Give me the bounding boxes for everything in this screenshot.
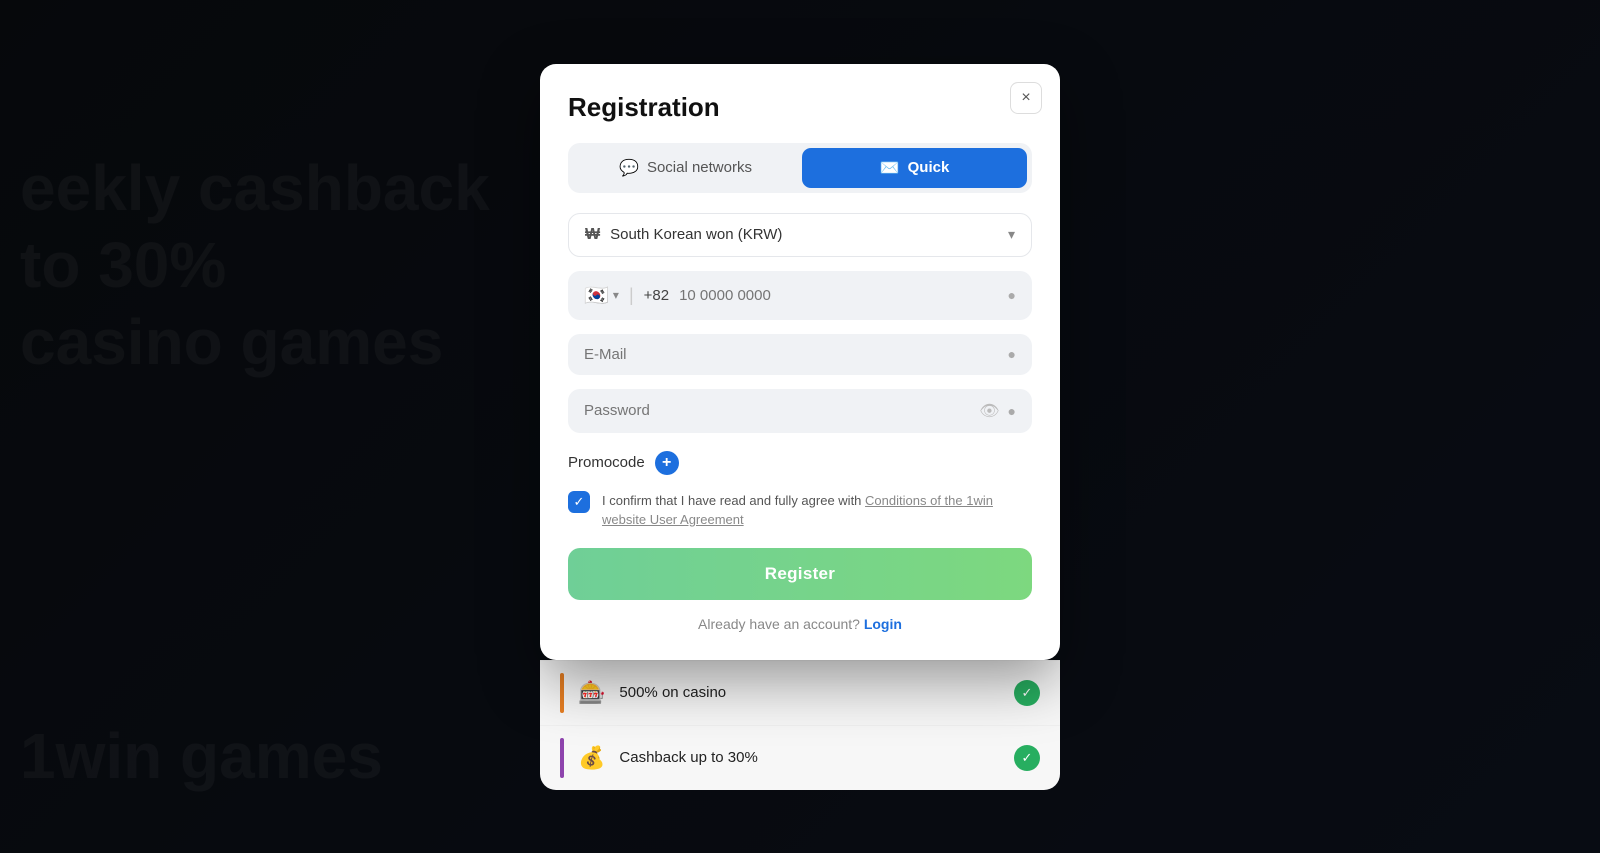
promo-cashback-text: Cashback up to 30% — [619, 749, 1000, 766]
login-link[interactable]: Login — [864, 616, 902, 632]
password-input[interactable] — [584, 402, 979, 419]
tab-social-label: Social networks — [647, 159, 752, 176]
agreement-text: I confirm that I have read and fully agr… — [602, 491, 1032, 530]
cashback-icon: 💰 — [578, 745, 605, 771]
checkmark-icon: ✓ — [574, 494, 585, 510]
tab-quick-label: Quick — [908, 159, 950, 176]
social-icon: 💬 — [619, 158, 639, 178]
agreement-row: ✓ I confirm that I have read and fully a… — [568, 491, 1032, 530]
currency-selector[interactable]: ₩ South Korean won (KRW) ▾ — [568, 213, 1032, 257]
password-input-container: 👁 ● — [568, 389, 1032, 433]
email-input-container: ● — [568, 334, 1032, 375]
login-row: Already have an account? Login — [568, 616, 1032, 632]
casino-icon: 🎰 — [578, 680, 605, 706]
promocode-row: Promocode + — [568, 451, 1032, 475]
chevron-down-icon: ▾ — [1008, 226, 1015, 243]
phone-input[interactable] — [679, 287, 997, 304]
promocode-label: Promocode — [568, 454, 645, 471]
country-selector-button[interactable]: 🇰🇷 ▾ — [584, 283, 619, 308]
currency-value: South Korean won (KRW) — [610, 226, 1008, 243]
tab-quick[interactable]: ✉️ Quick — [802, 148, 1027, 188]
agreement-checkbox[interactable]: ✓ — [568, 491, 590, 513]
eye-icon[interactable]: 👁 — [979, 401, 999, 421]
promo-bar: 🎰 500% on casino ✓ 💰 Cashback up to 30% … — [540, 660, 1060, 790]
flag-icon: 🇰🇷 — [584, 283, 609, 308]
registration-tabs: 💬 Social networks ✉️ Quick — [568, 143, 1032, 193]
promo-item-cashback: 💰 Cashback up to 30% ✓ — [540, 725, 1060, 790]
email-required-dot: ● — [1008, 346, 1016, 362]
register-button[interactable]: Register — [568, 548, 1032, 600]
phone-code: +82 — [644, 287, 669, 304]
flag-chevron-icon: ▾ — [613, 288, 619, 302]
agreement-prefix: I confirm that I have read and fully agr… — [602, 493, 861, 508]
promo-casino-check: ✓ — [1014, 680, 1040, 706]
promo-accent-cashback — [560, 738, 564, 778]
tab-social-networks[interactable]: 💬 Social networks — [573, 148, 798, 188]
promocode-add-button[interactable]: + — [655, 451, 679, 475]
phone-required-dot: ● — [1008, 287, 1016, 303]
registration-modal: Registration × 💬 Social networks ✉️ Quic… — [540, 64, 1060, 660]
phone-divider: | — [629, 285, 634, 306]
promo-item-casino: 🎰 500% on casino ✓ — [540, 660, 1060, 725]
password-required-dot: ● — [1008, 403, 1016, 419]
promo-cashback-check: ✓ — [1014, 745, 1040, 771]
currency-symbol: ₩ — [585, 226, 600, 244]
login-prompt: Already have an account? — [698, 616, 860, 632]
phone-input-container: 🇰🇷 ▾ | +82 ● — [568, 271, 1032, 320]
close-button[interactable]: × — [1010, 82, 1042, 114]
email-input[interactable] — [584, 346, 1008, 363]
promo-accent-casino — [560, 673, 564, 713]
quick-icon: ✉️ — [880, 158, 900, 178]
modal-wrapper: Registration × 💬 Social networks ✉️ Quic… — [540, 64, 1060, 790]
promo-casino-text: 500% on casino — [619, 684, 1000, 701]
modal-title: Registration — [568, 92, 1032, 123]
